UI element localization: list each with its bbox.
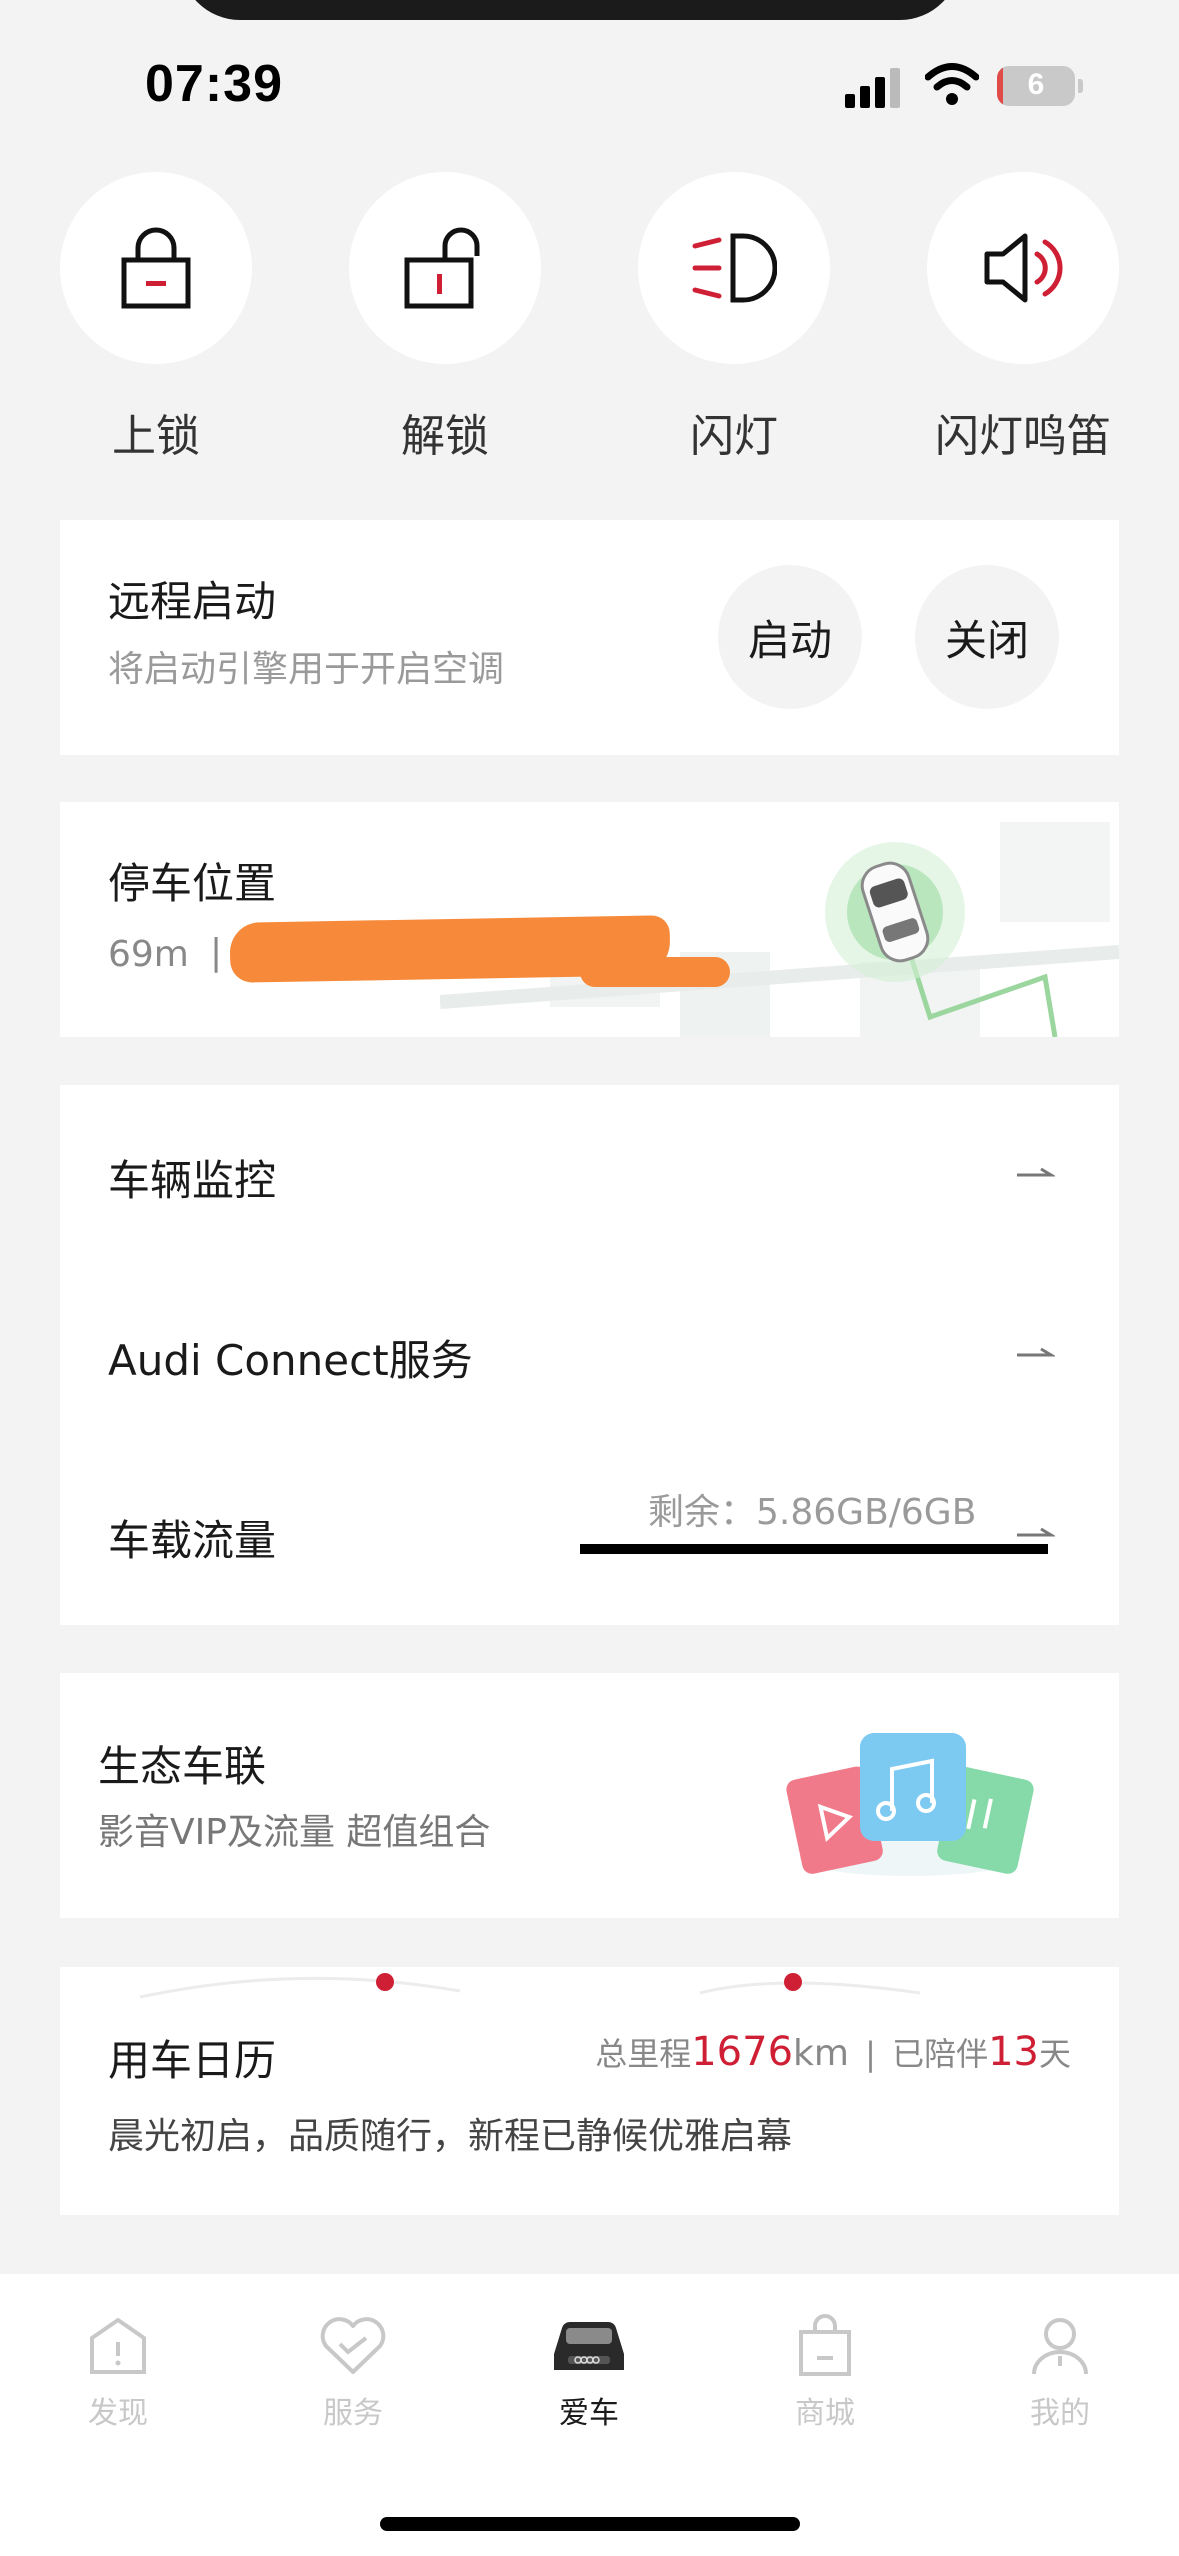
arrow-right-icon	[1017, 1527, 1055, 1537]
discover-icon	[90, 2317, 146, 2374]
unlock-button[interactable]: 解锁	[349, 172, 541, 464]
nav-service[interactable]: 服务	[278, 2314, 428, 2432]
media-bundle-icon	[786, 1733, 1034, 1876]
unlock-icon	[404, 227, 480, 309]
eco-connect-card[interactable]: 生态车联 影音VIP及流量 超值组合	[60, 1673, 1119, 1918]
mileage-unit: km	[793, 2033, 849, 2074]
data-usage-label: 车载流量	[108, 1516, 277, 1565]
nav-discover[interactable]: 发现	[43, 2314, 193, 2432]
shopping-bag-icon	[799, 2314, 851, 2376]
horn-icon	[984, 233, 1063, 303]
data-remaining-value: 5.86GB/6GB	[756, 1492, 977, 1533]
lock-label: 上锁	[112, 411, 200, 462]
status-bar: 07:39 6	[0, 0, 1179, 140]
stats-divider: |	[865, 2035, 876, 2073]
days-label: 已陪伴	[892, 2035, 989, 2073]
audi-connect-label: Audi Connect服务	[108, 1336, 473, 1385]
parking-location-card[interactable]: 停车位置 69m |	[60, 802, 1119, 1037]
parking-distance: 69m	[108, 934, 189, 975]
audi-connect-row[interactable]: Audi Connect服务	[60, 1265, 1119, 1445]
car-top-icon	[860, 861, 930, 963]
heart-service-icon	[320, 2317, 386, 2374]
days-unit: 天	[1038, 2035, 1071, 2073]
lock-button[interactable]: 上锁	[60, 172, 252, 464]
nav-discover-label: 发现	[88, 2396, 148, 2431]
mileage-label: 总里程	[595, 2035, 692, 2073]
nav-car[interactable]: 爱车	[514, 2314, 664, 2432]
parking-title: 停车位置	[108, 859, 277, 908]
eco-subtitle: 影音VIP及流量 超值组合	[98, 1812, 491, 1853]
usage-calendar-card[interactable]: 用车日历 总里程1676km | 已陪伴13天 晨光初启，品质随行，新程已静候优…	[60, 1967, 1119, 2215]
data-usage-row[interactable]: 车载流量 剩余：5.86GB/6GB	[60, 1445, 1119, 1625]
status-time: 07:39	[145, 55, 283, 113]
calendar-title: 用车日历	[108, 2036, 277, 2085]
car-icon	[554, 2321, 624, 2370]
nav-shop-label: 商城	[795, 2396, 855, 2431]
address-redaction-tail	[580, 957, 730, 987]
calendar-stats: 总里程1676km | 已陪伴13天	[595, 2029, 1071, 2075]
home-indicator[interactable]	[380, 2517, 800, 2531]
headlight-icon	[692, 233, 777, 303]
calendar-slogan: 晨光初启，品质随行，新程已静候优雅启幕	[108, 2116, 793, 2157]
flash-horn-label: 闪灯鸣笛	[935, 411, 1111, 462]
parking-separator: |	[210, 932, 223, 973]
flash-lights-button[interactable]: 闪灯	[638, 172, 830, 464]
days-value: 13	[988, 2029, 1039, 2075]
wifi-icon	[925, 63, 979, 105]
nav-service-label: 服务	[323, 2396, 383, 2431]
unlock-label: 解锁	[401, 411, 489, 462]
lock-icon	[121, 227, 191, 309]
remote-start-button[interactable]: 启动	[718, 565, 862, 709]
vehicle-menu-card: 车辆监控 Audi Connect服务 车载流量 剩余：5.86GB/6GB	[60, 1085, 1119, 1625]
signal-icon	[845, 66, 905, 108]
nav-shop[interactable]: 商城	[750, 2314, 900, 2432]
data-usage-bar	[580, 1544, 1048, 1554]
bottom-nav: 发现 服务 爱车 商城 我的	[0, 2274, 1179, 2556]
remote-start-title: 远程启动	[108, 577, 277, 626]
person-icon	[1032, 2318, 1088, 2375]
vehicle-monitor-row[interactable]: 车辆监控	[60, 1085, 1119, 1265]
data-remaining-label: 剩余：	[648, 1492, 757, 1533]
battery-icon: 6	[997, 66, 1075, 106]
flash-horn-button[interactable]: 闪灯鸣笛	[927, 172, 1119, 464]
nav-profile[interactable]: 我的	[985, 2314, 1135, 2432]
flash-lights-label: 闪灯	[690, 411, 778, 462]
remote-start-card: 远程启动 将启动引擎用于开启空调 启动 关闭	[60, 520, 1119, 755]
nav-car-label: 爱车	[559, 2396, 619, 2431]
vehicle-monitor-label: 车辆监控	[108, 1156, 277, 1205]
arrow-right-icon	[1017, 1347, 1055, 1357]
arrow-right-icon	[1017, 1167, 1055, 1177]
data-remaining: 剩余：5.86GB/6GB	[648, 1483, 976, 1535]
remote-start-subtitle: 将启动引擎用于开启空调	[108, 649, 505, 690]
nav-profile-label: 我的	[1030, 2396, 1090, 2431]
timeline-decoration	[139, 1973, 921, 1999]
remote-stop-button[interactable]: 关闭	[915, 565, 1059, 709]
eco-title: 生态车联	[98, 1742, 267, 1791]
mileage-value: 1676	[691, 2029, 794, 2075]
battery-level: 6	[1027, 68, 1045, 101]
